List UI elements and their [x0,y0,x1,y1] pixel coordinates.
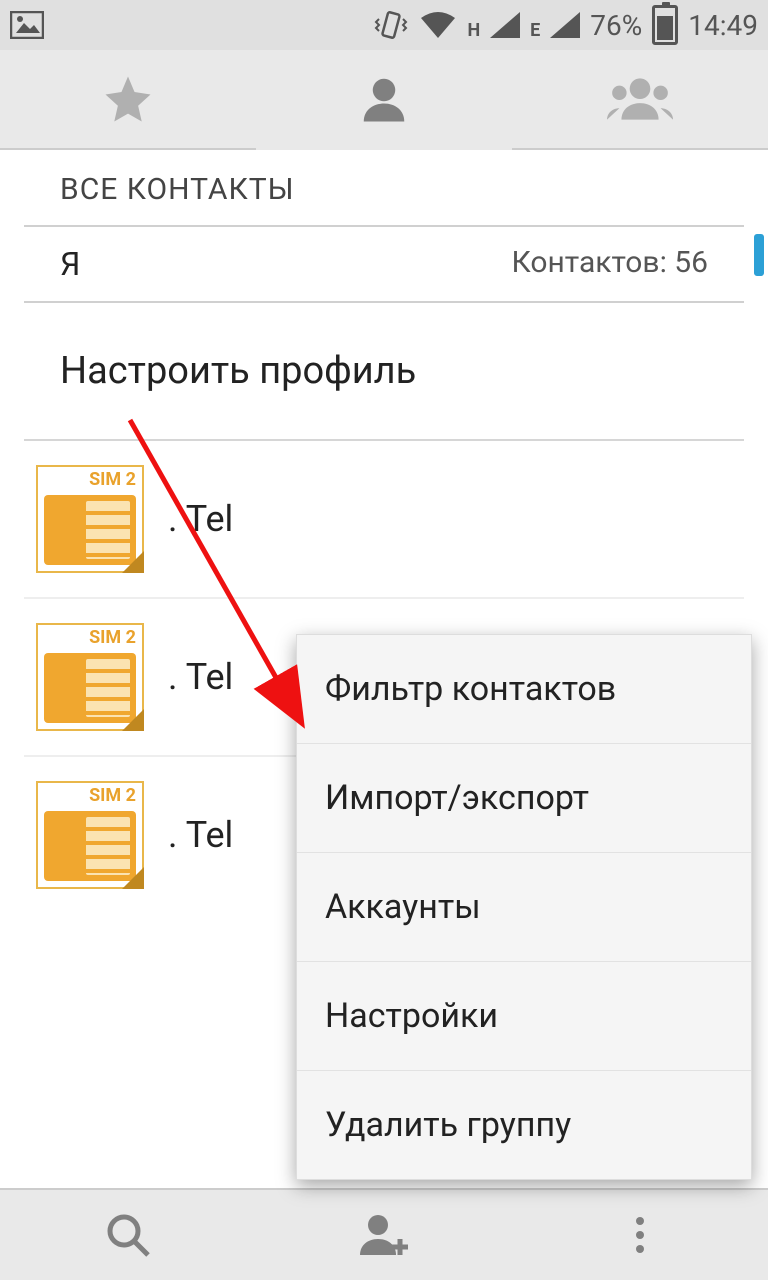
section-header-all-contacts: ВСЕ КОНТАКТЫ [24,150,744,227]
sim2-icon: SIM 2 [36,781,144,889]
screen: H E 76% 14:49 ВСЕ КОНТАКТЫ Я [0,0,768,1280]
more-icon [636,1217,644,1253]
group-icon [607,72,673,126]
star-icon [101,72,155,126]
network-indicator-e: E [530,20,540,45]
bottom-action-bar [0,1188,768,1280]
clock-text: 14:49 [688,9,758,42]
battery-percent: 76% [590,9,642,42]
overflow-menu-button[interactable] [512,1190,768,1280]
contacts-count: Контактов: 56 [511,245,708,283]
scroll-indicator[interactable] [754,234,764,276]
menu-item-delete-group[interactable]: Удалить группу [297,1071,751,1179]
sim2-icon: SIM 2 [36,623,144,731]
contact-name: . Tel [168,498,233,540]
menu-item-accounts[interactable]: Аккаунты [297,853,751,962]
network-indicator-h: H [467,20,480,45]
menu-item-settings[interactable]: Настройки [297,962,751,1071]
person-add-icon [356,1211,412,1259]
signal-2-icon [550,12,580,38]
me-label: Я [60,245,80,283]
top-tab-bar [0,50,768,150]
sim2-icon: SIM 2 [36,465,144,573]
status-bar: H E 76% 14:49 [0,0,768,50]
person-icon [357,72,411,126]
contact-name: . Tel [168,814,233,856]
contact-name: . Tel [168,656,233,698]
setup-profile-link[interactable]: Настроить профиль [24,303,744,439]
search-button[interactable] [0,1190,256,1280]
battery-icon [652,5,678,45]
menu-item-filter[interactable]: Фильтр контактов [297,635,751,744]
wifi-icon [419,10,457,40]
tab-groups[interactable] [512,50,768,148]
tab-favorites[interactable] [0,50,256,148]
overflow-menu: Фильтр контактов Импорт/экспорт Аккаунты… [296,634,752,1180]
summary-row: Я Контактов: 56 [24,227,744,303]
tab-contacts[interactable] [256,50,512,148]
add-contact-button[interactable] [256,1190,512,1280]
menu-item-import-export[interactable]: Импорт/экспорт [297,744,751,853]
vibrate-icon [373,7,409,43]
list-item[interactable]: SIM 2 . Tel [24,441,744,599]
search-icon [104,1211,152,1259]
signal-1-icon [490,12,520,38]
screenshot-notif-icon [10,11,44,39]
